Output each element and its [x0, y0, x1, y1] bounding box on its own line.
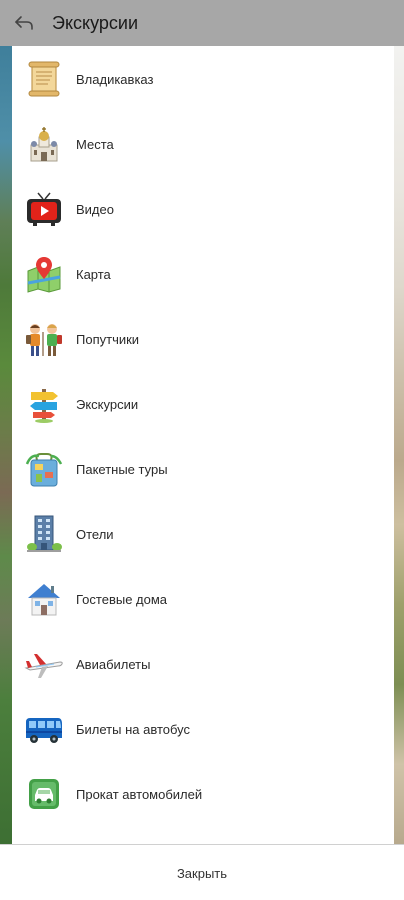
menu-item-excursions[interactable]: Экскурсии	[12, 374, 394, 434]
airplane-icon	[24, 644, 64, 684]
car-rental-icon	[24, 774, 64, 814]
menu-item-label: Видео	[76, 201, 114, 217]
menu-item-label: Пакетные туры	[76, 461, 168, 477]
menu-item-label: Экскурсии	[76, 396, 139, 412]
page-title: Экскурсии	[52, 12, 139, 33]
menu-item-label: Места	[76, 136, 114, 152]
menu-item-flights[interactable]: Авиабилеты	[12, 634, 394, 694]
signpost-icon	[24, 384, 64, 424]
menu-item-label: Владикавказ	[76, 71, 154, 87]
scroll-icon	[24, 59, 64, 99]
menu-item-label: Карта	[76, 266, 111, 282]
map-pin-icon	[24, 254, 64, 294]
back-button[interactable]	[4, 0, 44, 46]
menu-item-label: Билеты на автобус	[76, 721, 191, 737]
travelers-icon	[24, 319, 64, 359]
navigation-menu: Владикавказ Места Видео Карта Попутчики …	[12, 46, 394, 844]
menu-item-label: Гостевые дома	[76, 591, 168, 607]
menu-item-label: Авиабилеты	[76, 656, 151, 672]
hotel-building-icon	[24, 514, 64, 554]
house-icon	[24, 579, 64, 619]
menu-item-places[interactable]: Места	[12, 114, 394, 174]
menu-item-map[interactable]: Карта	[12, 244, 394, 304]
menu-item-hotels[interactable]: Отели	[12, 504, 394, 564]
menu-item-guest-houses[interactable]: Гостевые дома	[12, 569, 394, 629]
back-arrow-icon	[15, 16, 33, 30]
church-icon	[24, 124, 64, 164]
app-bar: Экскурсии	[0, 0, 404, 46]
menu-item-package-tours[interactable]: Пакетные туры	[12, 439, 394, 499]
screen: Экскурсии Владикавказ Места Видео Карта …	[0, 0, 404, 900]
background-photo-left	[0, 46, 12, 844]
bottom-bar: Закрыть	[0, 844, 404, 900]
menu-item-label: Попутчики	[76, 331, 140, 347]
background-photo-right	[394, 46, 404, 844]
menu-item-label: Отели	[76, 526, 114, 542]
bus-icon	[24, 709, 64, 749]
menu-item-travel-companions[interactable]: Попутчики	[12, 309, 394, 369]
menu-item-vladikavkaz[interactable]: Владикавказ	[12, 49, 394, 109]
menu-item-video[interactable]: Видео	[12, 179, 394, 239]
video-tv-icon	[24, 189, 64, 229]
close-button[interactable]: Закрыть	[159, 858, 245, 889]
menu-item-bus-tickets[interactable]: Билеты на автобус	[12, 699, 394, 759]
menu-item-label: Прокат автомобилей	[76, 786, 203, 802]
menu-item-car-rental[interactable]: Прокат автомобилей	[12, 764, 394, 824]
suitcase-icon	[24, 449, 64, 489]
